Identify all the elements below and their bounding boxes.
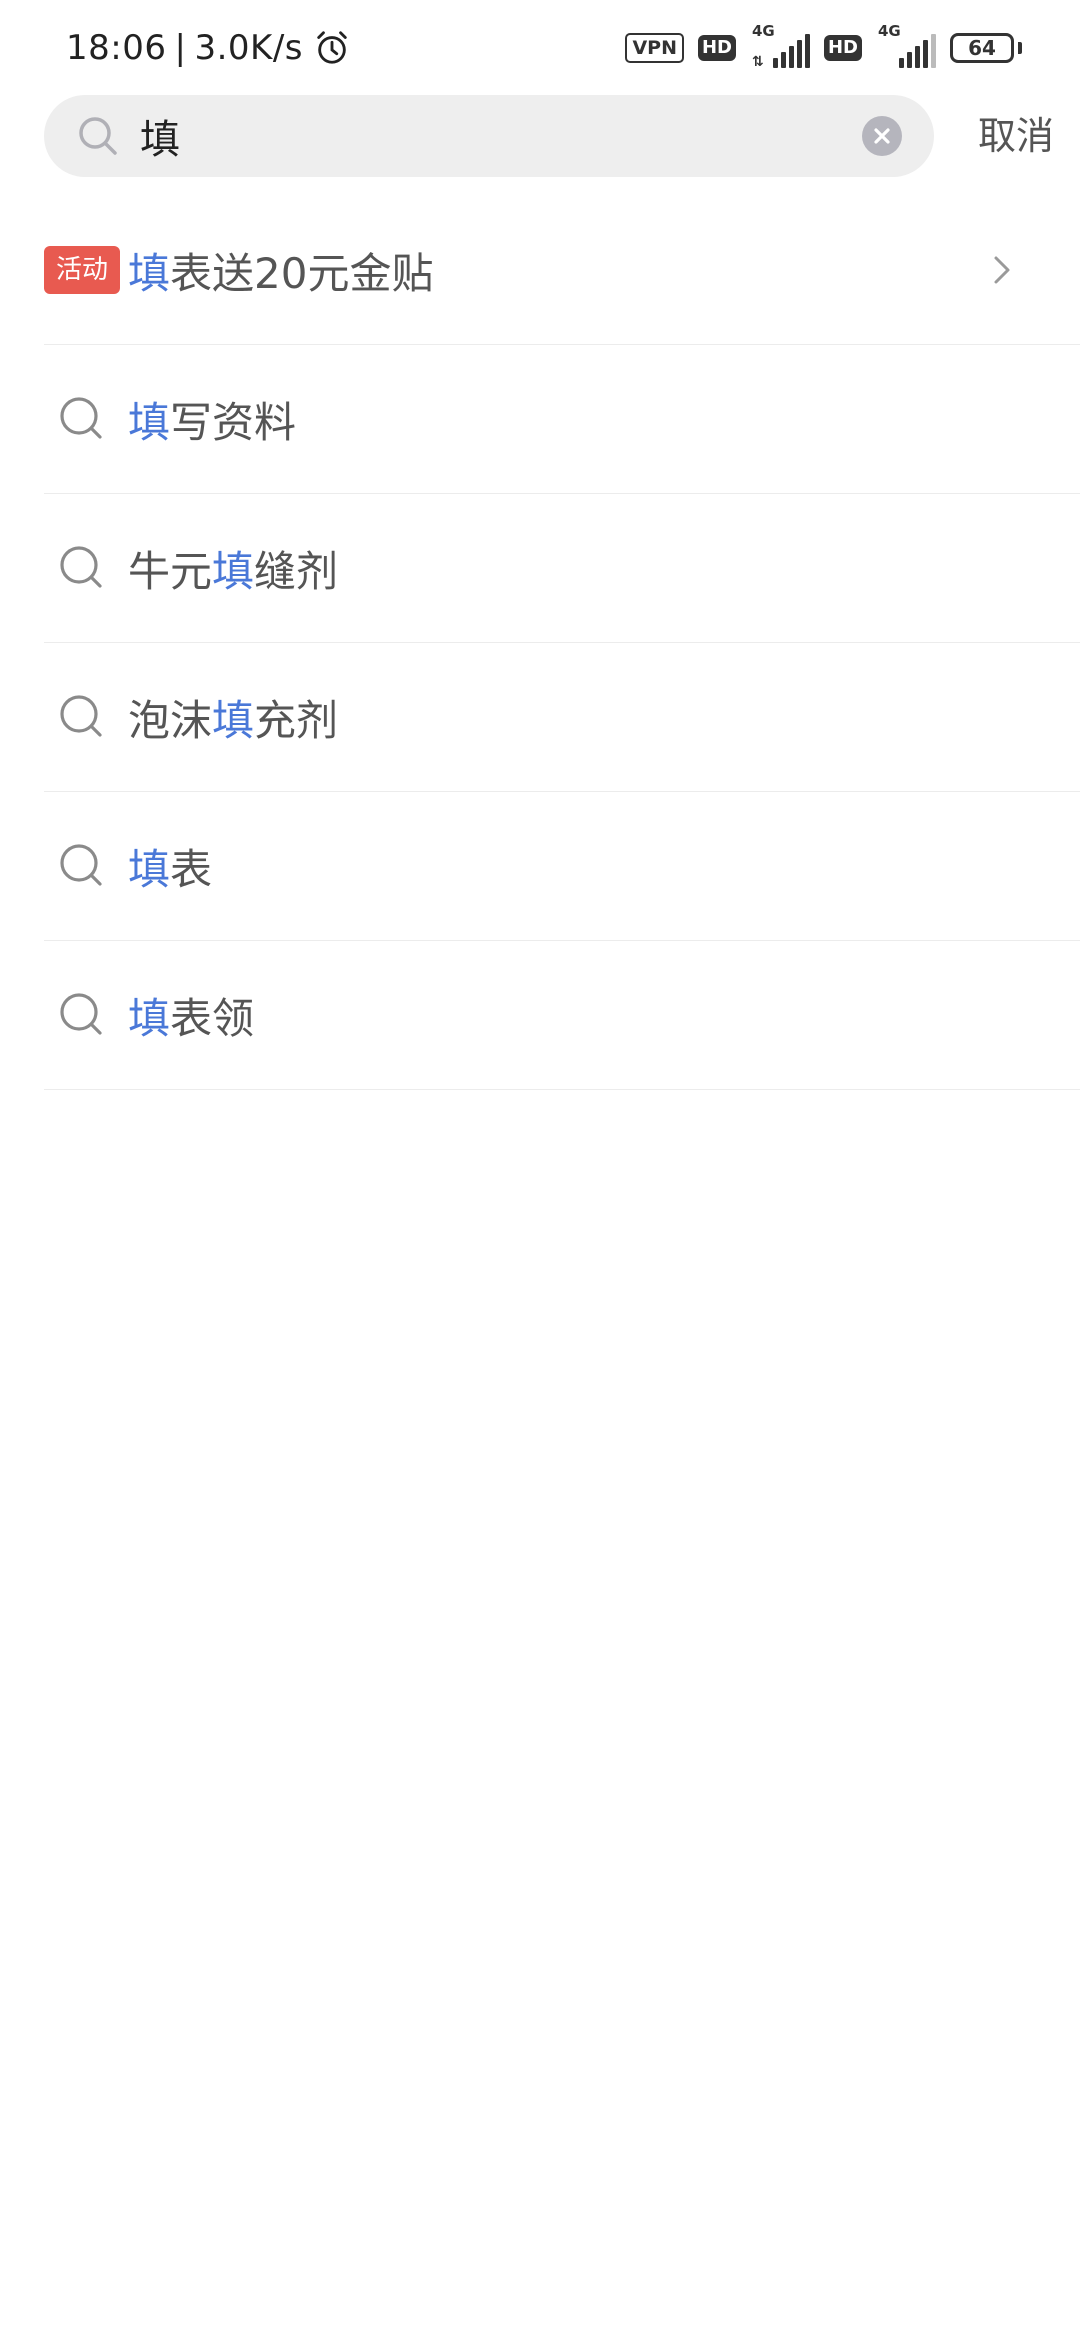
sim2-network-type: 4G — [878, 22, 901, 40]
hd-icon-2: HD — [823, 35, 862, 61]
status-bar: 18:06 | 3.0K/s VPN HD 4G ⇅ HD 4G 64 — [0, 0, 1080, 92]
hd-icon: HD — [697, 35, 736, 61]
battery-icon: 64 — [950, 33, 1014, 63]
clear-button[interactable] — [862, 116, 902, 156]
data-activity-icon: ⇅ — [751, 54, 764, 70]
signal-bars-2 — [899, 34, 936, 68]
status-time: 18:06 — [66, 28, 167, 68]
battery-tip — [1018, 42, 1022, 54]
suggestion-item[interactable]: 填写资料 — [44, 345, 1080, 494]
search-input[interactable] — [140, 95, 780, 177]
search-icon — [60, 695, 102, 737]
sim1-network-type: 4G — [751, 22, 775, 40]
suggestion-item[interactable]: 填表领 — [44, 941, 1080, 1090]
search-icon — [60, 397, 102, 439]
search-icon — [79, 117, 117, 155]
suggestion-text: 填写资料 — [128, 397, 297, 447]
search-icon — [60, 993, 102, 1035]
vpn-icon: VPN — [625, 33, 684, 63]
promo-tag: 活动 — [44, 246, 120, 294]
search-icon — [60, 844, 102, 886]
status-net-speed: 3.0K/s — [194, 28, 303, 68]
suggestion-item[interactable]: 泡沫填充剂 — [44, 643, 1080, 792]
suggestion-text: 牛元填缝剂 — [128, 546, 339, 596]
search-icon — [60, 546, 102, 588]
cancel-button[interactable]: 取消 — [978, 108, 1054, 164]
suggestion-item[interactable]: 牛元填缝剂 — [44, 494, 1080, 643]
suggestion-text: 填表领 — [128, 993, 255, 1043]
suggestion-text: 填表送20元金贴 — [128, 248, 434, 298]
chevron-right-icon — [994, 256, 1010, 284]
suggestion-text: 泡沫填充剂 — [128, 695, 339, 745]
suggestion-promo[interactable]: 活动 填表送20元金贴 — [44, 196, 1080, 345]
search-box[interactable] — [44, 95, 934, 177]
signal-bars — [772, 34, 810, 68]
status-right: VPN HD 4G ⇅ HD 4G 64 — [625, 22, 1022, 72]
status-separator: | — [174, 28, 187, 68]
signal-icon-2: 4G — [876, 22, 936, 70]
battery-level: 64 — [968, 36, 996, 60]
suggestion-item[interactable]: 填表 — [44, 792, 1080, 941]
signal-icon: 4G ⇅ — [750, 22, 810, 70]
clear-icon — [874, 128, 890, 144]
status-left: 18:06 | 3.0K/s — [66, 24, 351, 72]
alarm-icon — [317, 31, 347, 64]
suggestion-list: 活动 填表送20元金贴 填写资料 牛元填缝剂 泡沫填充剂 填表 填表领 — [0, 196, 1080, 1090]
suggestion-text: 填表 — [128, 844, 213, 894]
